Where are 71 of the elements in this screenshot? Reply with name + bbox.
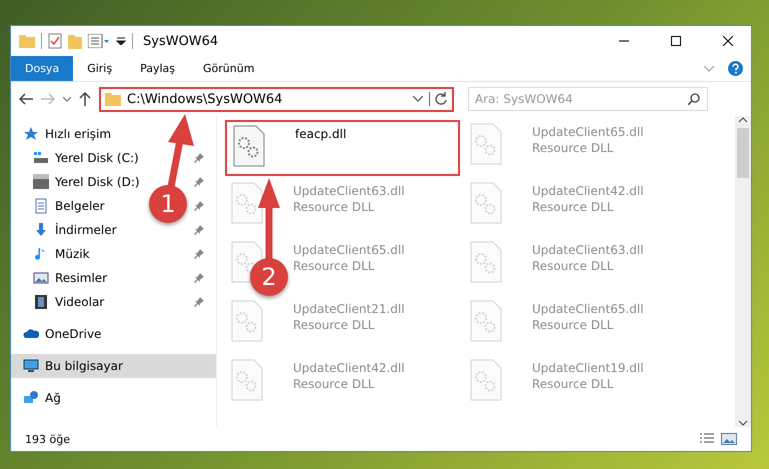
sidebar-item[interactable]: Bu bilgisayar	[23, 358, 123, 374]
file-type: Resource DLL	[532, 318, 614, 332]
pin-icon[interactable]	[194, 153, 204, 163]
search-field[interactable]: Ara: SysWOW64	[468, 87, 708, 111]
address-bar[interactable]: C:\Windows\SysWOW64	[99, 86, 454, 112]
help-icon[interactable]	[728, 61, 743, 76]
ribbon-tab[interactable]: Giriş	[73, 56, 126, 81]
ribbon-tab[interactable]: Görünüm	[189, 56, 268, 81]
ribbon-tab[interactable]: Paylaş	[126, 56, 189, 81]
gear-file-icon	[470, 359, 502, 401]
gear-file-icon	[470, 123, 502, 165]
picture-icon	[33, 270, 49, 286]
checklist-icon[interactable]	[48, 33, 62, 49]
sidebar-item[interactable]: Yerel Disk (C:)	[33, 150, 139, 166]
gear-file-icon	[233, 125, 265, 167]
sidebar-item[interactable]: Resimler	[33, 270, 108, 286]
network-icon	[23, 390, 39, 406]
sidebar-item[interactable]: Belgeler	[33, 198, 105, 214]
file-name[interactable]: feacp.dll	[295, 127, 346, 141]
gear-file-icon	[470, 241, 502, 283]
ribbon-tab[interactable]: Dosya	[11, 56, 74, 81]
pin-icon[interactable]	[194, 201, 204, 211]
document-icon	[33, 198, 49, 214]
back-icon[interactable]	[19, 93, 33, 105]
sidebar-item[interactable]: İndirmeler	[33, 222, 117, 238]
scroll-up-icon[interactable]	[738, 116, 748, 124]
sidebar-item[interactable]: OneDrive	[23, 326, 102, 342]
download-icon	[33, 222, 49, 238]
chevron-icon[interactable]	[704, 66, 714, 72]
file-type: Resource DLL	[293, 377, 376, 391]
file-type: Resource DLL	[293, 200, 376, 214]
tiles-view-icon[interactable]	[721, 432, 737, 446]
folder-icon	[105, 92, 121, 106]
star-icon	[23, 126, 39, 142]
sidebar-item[interactable]: Müzik	[33, 246, 90, 262]
gear-file-icon	[231, 300, 263, 342]
up-icon[interactable]	[79, 92, 91, 106]
pin-icon[interactable]	[194, 297, 204, 307]
sidebar-item[interactable]: Ağ	[23, 390, 61, 406]
refresh-icon[interactable]	[434, 92, 448, 106]
gear-file-icon	[470, 300, 502, 342]
dropdown-icon[interactable]	[116, 37, 126, 45]
caret-icon[interactable]	[63, 96, 71, 102]
close-icon	[723, 36, 733, 46]
scrollbar[interactable]	[735, 116, 751, 427]
caret-icon[interactable]	[413, 96, 423, 102]
gear-file-icon	[231, 359, 263, 401]
pin-icon[interactable]	[194, 249, 204, 259]
file-type: Resource DLL	[293, 318, 376, 332]
file-type: Resource DLL	[532, 200, 614, 214]
properties-icon[interactable]	[88, 34, 110, 48]
pin-icon[interactable]	[194, 225, 204, 235]
maximize-icon	[671, 36, 681, 46]
scroll-thumb[interactable]	[737, 128, 749, 178]
gear-file-icon	[231, 182, 263, 224]
window-title: SysWOW64	[143, 34, 218, 48]
gear-file-icon	[470, 182, 502, 224]
file-type: Resource DLL	[532, 259, 614, 273]
scroll-down-icon[interactable]	[738, 419, 748, 427]
file-type: Resource DLL	[532, 377, 614, 391]
video-icon	[33, 294, 49, 310]
sidebar-item[interactable]: Yerel Disk (D:)	[33, 174, 140, 190]
pin-icon[interactable]	[194, 273, 204, 283]
sidebar-item[interactable]: Videolar	[33, 294, 104, 310]
file-type: Resource DLL	[532, 141, 614, 155]
computer-icon	[23, 358, 39, 374]
system-disk-icon	[33, 150, 49, 166]
item-count: 193 öğe	[25, 432, 70, 446]
sidebar-item[interactable]: Hızlı erişim	[23, 126, 112, 142]
file-type: Resource DLL	[293, 259, 376, 273]
pin-icon[interactable]	[194, 177, 204, 187]
